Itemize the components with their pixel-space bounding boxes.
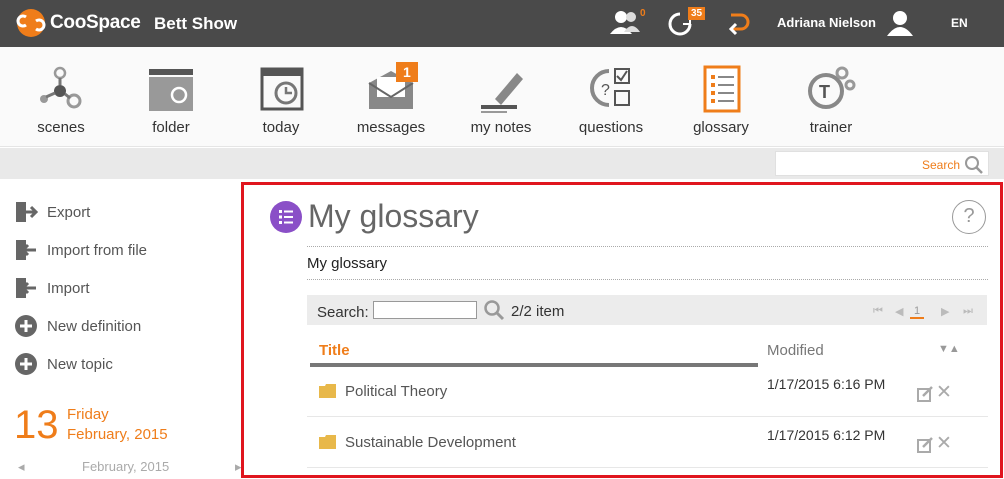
tool-folder[interactable]: folder xyxy=(121,47,221,147)
sidebar-import[interactable]: Import xyxy=(14,276,90,300)
questions-icon: ? xyxy=(590,68,630,107)
current-page[interactable]: 1 xyxy=(910,305,925,319)
tool-label: scenes xyxy=(37,119,85,136)
tool-messages[interactable]: 1 messages xyxy=(341,47,441,147)
calendar-weekday: Friday xyxy=(67,406,109,423)
sidebar-item-label: New topic xyxy=(47,355,113,373)
sidebar-import-from-file[interactable]: Import from file xyxy=(14,238,147,262)
page-title: My glossary xyxy=(308,198,479,234)
divider xyxy=(307,279,988,280)
search-strip: Search xyxy=(0,148,1004,179)
list-search-label: Search: xyxy=(317,304,369,321)
logo-text: CooSpace xyxy=(50,12,141,33)
tool-label: my notes xyxy=(470,119,532,136)
row-modified: 1/17/2015 6:12 PM xyxy=(767,427,886,443)
folder-icon xyxy=(319,435,336,449)
space-name[interactable]: Bett Show xyxy=(154,14,237,34)
calendar-month-label: February, 2015 xyxy=(82,459,170,474)
table-row[interactable]: Political Theory 1/17/2015 6:16 PM ✕ xyxy=(307,367,988,417)
help-button[interactable]: ? xyxy=(952,200,986,234)
module-toolbar: scenes folder today 1 messages my notes … xyxy=(0,47,1004,147)
import-file-icon xyxy=(16,240,36,260)
tool-label: trainer xyxy=(809,119,853,136)
pencil-icon xyxy=(481,73,523,113)
last-page-icon[interactable]: ⏭ xyxy=(963,305,973,318)
coospace-logo[interactable]: CooSpace xyxy=(16,8,141,38)
plus-circle-icon xyxy=(15,353,37,375)
plus-circle-icon xyxy=(15,315,37,337)
tool-label: messages xyxy=(356,119,426,136)
export-icon xyxy=(16,202,38,222)
sidebar-export[interactable]: Export xyxy=(14,200,90,224)
language-selector[interactable]: EN xyxy=(951,16,968,30)
global-search-label: Search xyxy=(921,158,960,172)
folder-icon xyxy=(319,384,336,398)
scenes-icon xyxy=(40,66,82,109)
search-icon[interactable] xyxy=(964,155,984,175)
calendar-month-year: February, 2015 xyxy=(67,426,168,443)
list-toolbar: Search: 2/2 item ⏮ ◀ 1 ▶ ⏭ xyxy=(307,295,987,325)
edit-icon[interactable] xyxy=(917,386,934,402)
delete-icon[interactable]: ✕ xyxy=(936,434,952,453)
calendar-day-number: 13 xyxy=(14,403,59,447)
tool-label: glossary xyxy=(693,119,749,136)
search-icon[interactable] xyxy=(483,299,505,321)
tool-trainer[interactable]: T trainer xyxy=(781,47,881,147)
breadcrumb[interactable]: My glossary xyxy=(307,255,387,272)
tool-label: today xyxy=(262,119,300,136)
svg-text:?: ? xyxy=(601,82,610,99)
tool-label: folder xyxy=(152,119,190,136)
tool-today[interactable]: today xyxy=(231,47,331,147)
glossary-badge-icon xyxy=(270,201,302,233)
calendar-date-text: Friday February, 2015 xyxy=(67,405,168,445)
row-modified: 1/17/2015 6:16 PM xyxy=(767,376,886,392)
sidebar-new-topic[interactable]: New topic xyxy=(14,352,113,376)
glossary-panel: My glossary ? My glossary Search: 2/2 it… xyxy=(241,182,1003,478)
coospace-logo-icon xyxy=(16,9,46,37)
divider xyxy=(307,246,988,247)
calendar-prev-icon[interactable]: ◂ xyxy=(18,459,25,475)
first-page-icon[interactable]: ⏮ xyxy=(873,305,883,318)
tool-label: questions xyxy=(578,119,644,136)
next-page-icon[interactable]: ▶ xyxy=(941,305,949,318)
updates-count-badge: 35 xyxy=(688,7,706,20)
table-row[interactable]: Sustainable Development 1/17/2015 6:12 P… xyxy=(307,418,988,468)
people-icon[interactable] xyxy=(609,8,643,41)
glossary-icon xyxy=(703,65,741,113)
svg-text:T: T xyxy=(819,82,830,102)
people-count-badge: 0 xyxy=(640,8,646,19)
prev-page-icon[interactable]: ◀ xyxy=(895,305,903,318)
global-search-input[interactable]: Search xyxy=(775,151,989,176)
edit-icon[interactable] xyxy=(917,437,934,453)
tool-scenes[interactable]: scenes xyxy=(11,47,111,147)
sidebar-new-definition[interactable]: New definition xyxy=(14,314,141,338)
tool-glossary[interactable]: glossary xyxy=(671,47,771,147)
sort-toggle-icon[interactable]: ▼▲ xyxy=(938,343,960,355)
folder-icon xyxy=(149,69,193,111)
delete-icon[interactable]: ✕ xyxy=(936,383,952,402)
column-header-modified[interactable]: Modified xyxy=(767,342,824,359)
row-title[interactable]: Political Theory xyxy=(345,383,447,400)
sidebar-item-label: Export xyxy=(47,203,91,221)
user-name[interactable]: Adriana Nielson xyxy=(777,15,876,30)
trainer-icon: T xyxy=(808,66,856,109)
user-avatar-icon[interactable] xyxy=(886,9,914,42)
sidebar-item-label: New definition xyxy=(47,317,142,335)
column-header-title[interactable]: Title xyxy=(319,342,350,359)
top-bar: CooSpace Bett Show 0 35 Adriana Nielson … xyxy=(0,0,1004,47)
list-search-input[interactable] xyxy=(373,301,477,319)
sidebar-item-label: Import from file xyxy=(47,241,148,259)
import-icon xyxy=(16,278,36,298)
tool-my-notes[interactable]: my notes xyxy=(451,47,551,147)
sync-icon[interactable] xyxy=(725,10,751,43)
row-title[interactable]: Sustainable Development xyxy=(345,434,516,451)
calendar-icon xyxy=(260,67,304,111)
item-count: 2/2 item xyxy=(511,303,565,320)
messages-badge: 1 xyxy=(396,62,418,82)
sidebar-item-label: Import xyxy=(47,279,90,297)
tool-questions[interactable]: ? questions xyxy=(561,47,661,147)
